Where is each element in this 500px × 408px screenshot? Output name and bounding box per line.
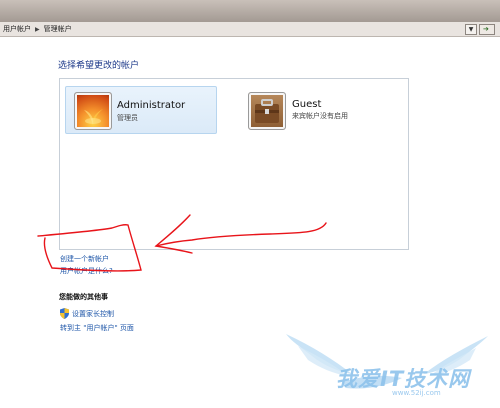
annotation-arrow-shaft <box>155 222 327 247</box>
annotation-arrow-head <box>154 214 193 254</box>
watermark-url: www.52ij.com <box>392 389 441 397</box>
annotation-box-stroke <box>37 224 142 272</box>
